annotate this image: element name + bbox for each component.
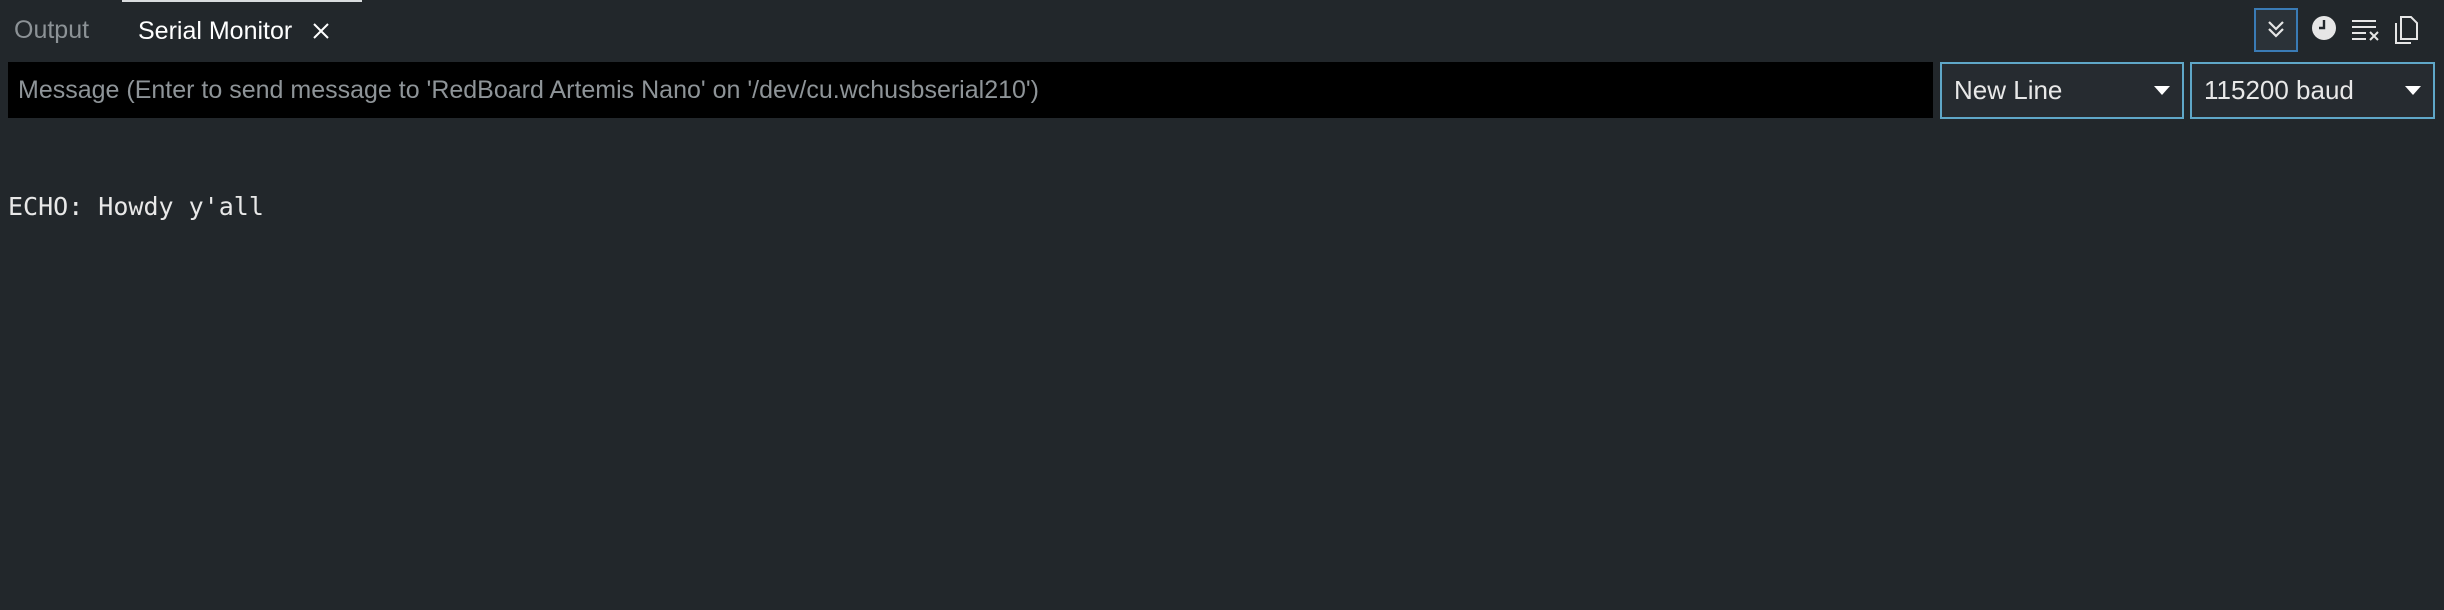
copy-icon[interactable]: [2388, 12, 2424, 48]
baud-rate-select[interactable]: 115200 baud: [2190, 62, 2435, 119]
baud-rate-value: 115200 baud: [2204, 75, 2354, 105]
serial-output[interactable]: ECHO: Howdy y'all: [8, 130, 2428, 600]
serial-monitor-panel: Output Serial Monitor Message (Enter to …: [0, 0, 2444, 610]
tab-bar: Output Serial Monitor: [0, 0, 2444, 60]
tab-serial-monitor-label: Serial Monitor: [138, 16, 293, 45]
double-chevron-down-icon[interactable]: [2254, 8, 2298, 52]
tab-output-label: Output: [14, 15, 90, 44]
line-ending-select[interactable]: New Line: [1940, 62, 2184, 119]
line-ending-value: New Line: [1954, 75, 2063, 105]
close-icon[interactable]: [310, 20, 332, 42]
chevron-down-icon: [2405, 86, 2421, 95]
chevron-down-icon: [2154, 86, 2170, 95]
tab-output[interactable]: Output: [14, 0, 89, 60]
output-line: ECHO: Howdy y'all: [8, 192, 264, 221]
clear-output-icon[interactable]: [2346, 12, 2386, 48]
message-input[interactable]: [8, 62, 1933, 118]
clock-icon[interactable]: [2304, 8, 2344, 48]
tab-serial-monitor[interactable]: Serial Monitor: [122, 0, 362, 60]
